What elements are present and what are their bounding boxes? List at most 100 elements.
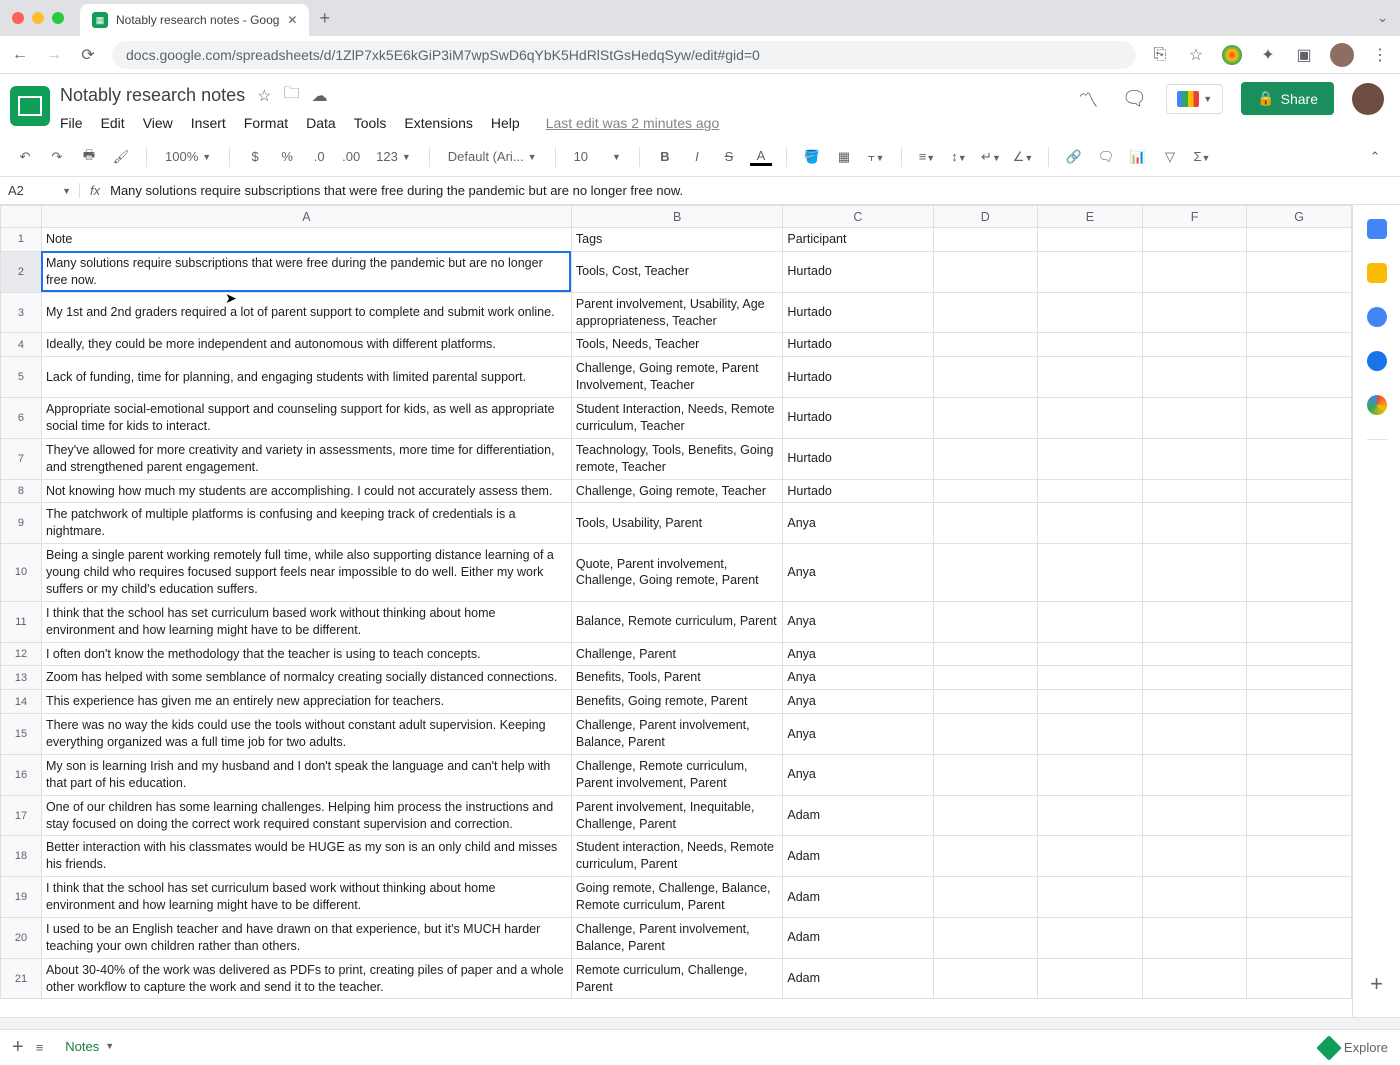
- cell[interactable]: [1247, 836, 1352, 877]
- maps-icon[interactable]: [1367, 395, 1387, 415]
- cell[interactable]: Hurtado: [783, 357, 933, 398]
- cell[interactable]: [933, 917, 1038, 958]
- strikethrough-button[interactable]: S: [718, 149, 740, 164]
- row-header[interactable]: 1: [1, 228, 42, 252]
- cell[interactable]: [1142, 877, 1247, 918]
- row-header[interactable]: 5: [1, 357, 42, 398]
- cell[interactable]: Challenge, Going remote, Teacher: [571, 479, 783, 503]
- contacts-icon[interactable]: [1367, 351, 1387, 371]
- horizontal-scrollbar[interactable]: [0, 1017, 1400, 1029]
- cell[interactable]: Challenge, Going remote, Parent Involvem…: [571, 357, 783, 398]
- add-sheet-button[interactable]: +: [12, 1036, 24, 1059]
- text-wrap-button[interactable]: ↵▼: [980, 149, 1002, 165]
- cell[interactable]: [1142, 357, 1247, 398]
- address-bar[interactable]: docs.google.com/spreadsheets/d/1ZlP7xk5E…: [112, 41, 1136, 69]
- cell[interactable]: [1038, 544, 1143, 602]
- filter-button[interactable]: ▽: [1159, 149, 1181, 165]
- row-header[interactable]: 12: [1, 642, 42, 666]
- cell[interactable]: Hurtado: [783, 251, 933, 292]
- select-all-corner[interactable]: [1, 206, 42, 228]
- menu-edit[interactable]: Edit: [101, 115, 125, 131]
- cell[interactable]: [1038, 958, 1143, 999]
- print-button[interactable]: 🖶: [78, 146, 100, 168]
- row-header[interactable]: 18: [1, 836, 42, 877]
- cell[interactable]: [1038, 754, 1143, 795]
- text-rotation-button[interactable]: ∠▼: [1012, 149, 1034, 165]
- cell[interactable]: [933, 228, 1038, 252]
- cell[interactable]: [1038, 357, 1143, 398]
- cell[interactable]: I think that the school has set curricul…: [41, 877, 571, 918]
- insert-link-button[interactable]: 🔗: [1063, 149, 1085, 165]
- cell[interactable]: [1038, 503, 1143, 544]
- cell[interactable]: [1038, 292, 1143, 333]
- cell[interactable]: Challenge, Parent: [571, 642, 783, 666]
- cell[interactable]: Not knowing how much my students are acc…: [41, 479, 571, 503]
- row-header[interactable]: 10: [1, 544, 42, 602]
- sheet-tab-notes[interactable]: Notes ▼: [55, 1030, 124, 1065]
- cell[interactable]: [1247, 479, 1352, 503]
- cell[interactable]: [1142, 714, 1247, 755]
- paint-format-button[interactable]: 🖌: [110, 149, 132, 165]
- cell[interactable]: [1142, 503, 1247, 544]
- cell[interactable]: Better interaction with his classmates w…: [41, 836, 571, 877]
- cell[interactable]: Being a single parent working remotely f…: [41, 544, 571, 602]
- extensions-puzzle-icon[interactable]: ✦: [1258, 45, 1278, 65]
- cell[interactable]: [1247, 228, 1352, 252]
- cell[interactable]: [933, 438, 1038, 479]
- cell[interactable]: Hurtado: [783, 398, 933, 439]
- name-box[interactable]: A2▼: [0, 183, 80, 198]
- row-header[interactable]: 9: [1, 503, 42, 544]
- functions-button[interactable]: Σ▼: [1191, 149, 1213, 164]
- cell[interactable]: [1038, 642, 1143, 666]
- menu-view[interactable]: View: [143, 115, 173, 131]
- cell[interactable]: [1038, 666, 1143, 690]
- cell[interactable]: Note: [41, 228, 571, 252]
- cell[interactable]: [1038, 398, 1143, 439]
- bold-button[interactable]: B: [654, 149, 676, 164]
- cell[interactable]: I used to be an English teacher and have…: [41, 917, 571, 958]
- cell[interactable]: [933, 836, 1038, 877]
- cell[interactable]: [1142, 601, 1247, 642]
- cell[interactable]: [933, 479, 1038, 503]
- font-size-select[interactable]: 10▼: [570, 149, 625, 164]
- cell[interactable]: [933, 714, 1038, 755]
- cell[interactable]: [1247, 333, 1352, 357]
- cell[interactable]: Ideally, they could be more independent …: [41, 333, 571, 357]
- cell[interactable]: [1142, 754, 1247, 795]
- cell[interactable]: [1038, 228, 1143, 252]
- cell[interactable]: [933, 292, 1038, 333]
- cell[interactable]: About 30-40% of the work was delivered a…: [41, 958, 571, 999]
- cell[interactable]: [933, 754, 1038, 795]
- fill-color-button[interactable]: 🪣: [801, 149, 823, 165]
- cell[interactable]: [1247, 398, 1352, 439]
- cell[interactable]: Hurtado: [783, 333, 933, 357]
- borders-button[interactable]: ▦: [833, 149, 855, 165]
- cell[interactable]: [1247, 877, 1352, 918]
- cell[interactable]: [933, 958, 1038, 999]
- column-header[interactable]: F: [1142, 206, 1247, 228]
- cell[interactable]: [1247, 714, 1352, 755]
- cell[interactable]: Balance, Remote curriculum, Parent: [571, 601, 783, 642]
- column-header[interactable]: A: [41, 206, 571, 228]
- window-minimize-button[interactable]: [32, 12, 44, 24]
- cell[interactable]: [1247, 292, 1352, 333]
- cell[interactable]: Adam: [783, 917, 933, 958]
- row-header[interactable]: 20: [1, 917, 42, 958]
- menu-file[interactable]: File: [60, 115, 83, 131]
- cell[interactable]: Tools, Usability, Parent: [571, 503, 783, 544]
- horizontal-align-button[interactable]: ≡▼: [916, 149, 938, 164]
- cell[interactable]: This experience has given me an entirely…: [41, 690, 571, 714]
- extension-icon[interactable]: [1222, 45, 1242, 65]
- cell[interactable]: [933, 795, 1038, 836]
- bookmark-star-icon[interactable]: ☆: [1186, 45, 1206, 65]
- cell[interactable]: [933, 251, 1038, 292]
- insert-chart-button[interactable]: 📊: [1127, 149, 1149, 165]
- cell[interactable]: They've allowed for more creativity and …: [41, 438, 571, 479]
- side-panel-icon[interactable]: ▣: [1294, 45, 1314, 65]
- reload-button[interactable]: ⟳: [78, 45, 98, 65]
- cloud-status-icon[interactable]: ☁: [311, 86, 327, 106]
- forward-button[interactable]: →: [44, 46, 64, 64]
- cell[interactable]: [933, 666, 1038, 690]
- cell[interactable]: [1038, 438, 1143, 479]
- cell[interactable]: [1142, 795, 1247, 836]
